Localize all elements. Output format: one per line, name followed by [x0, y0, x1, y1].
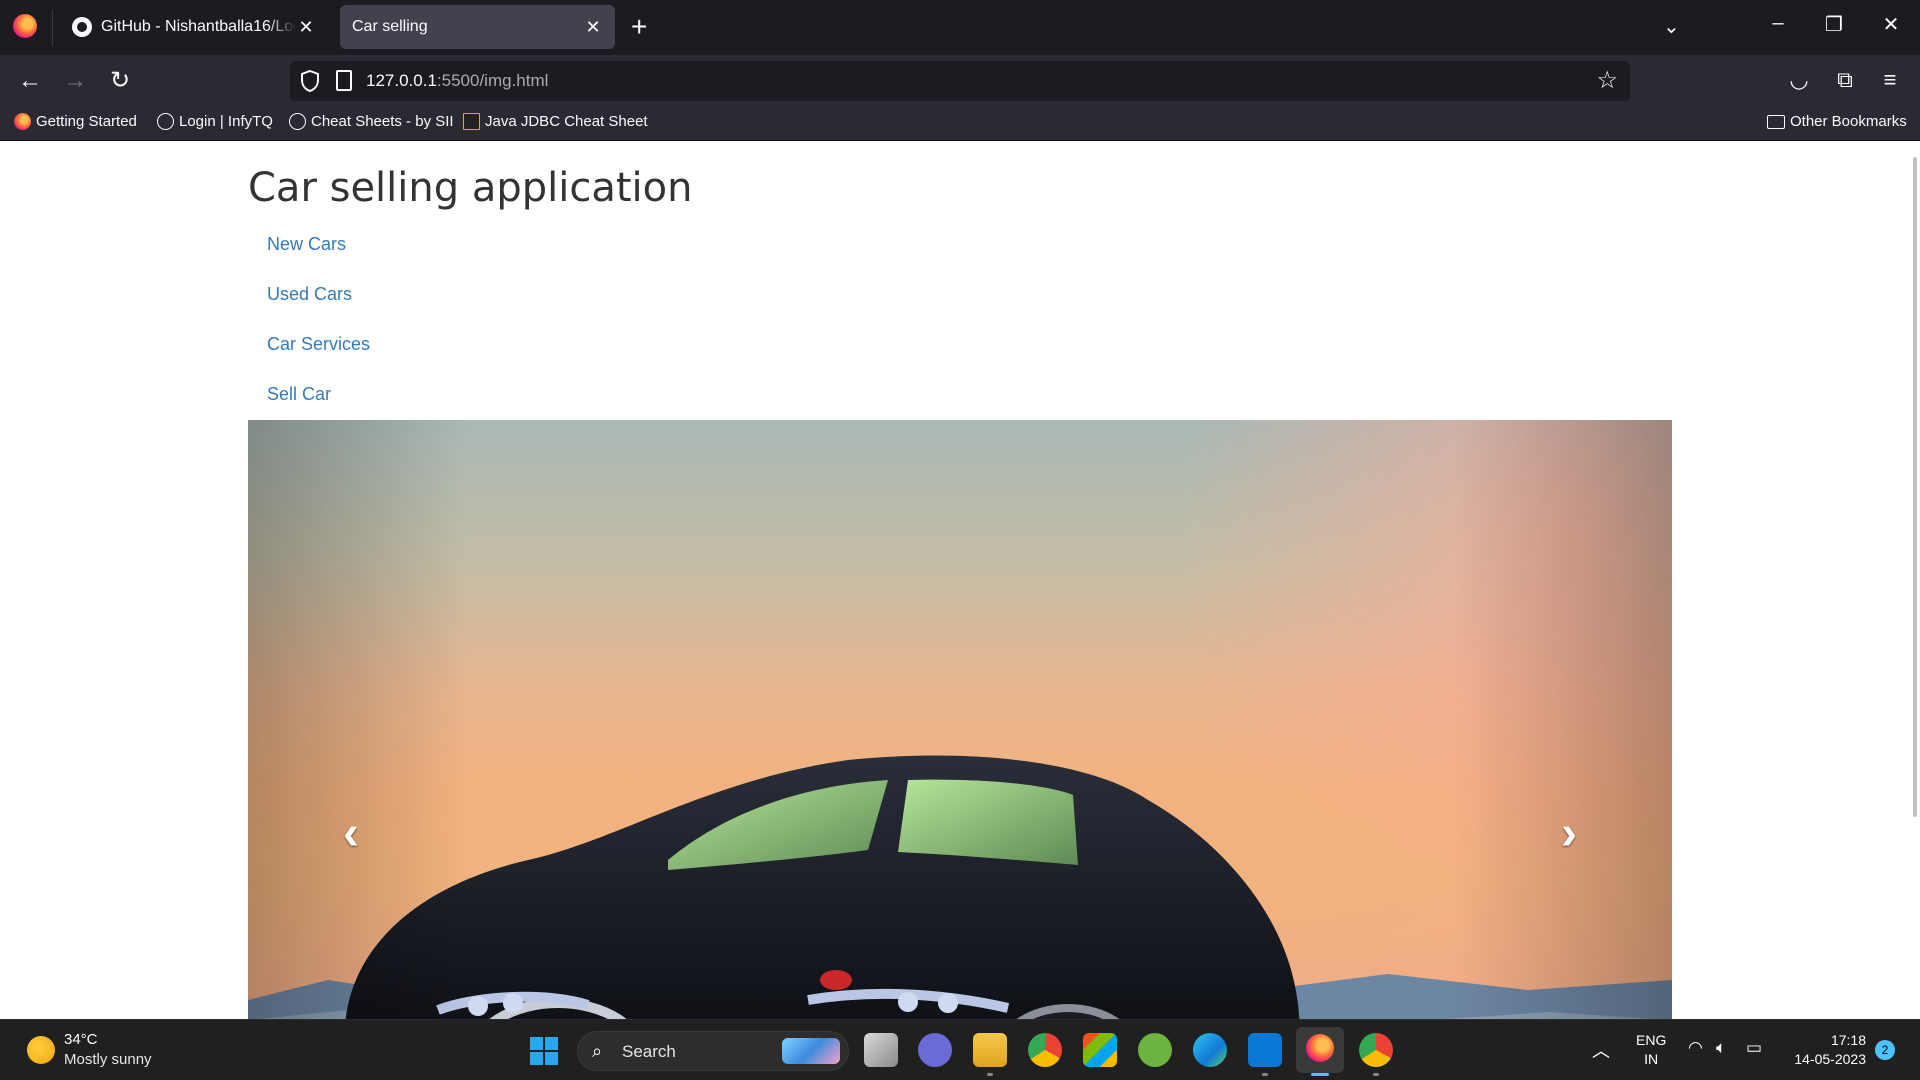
region-code: IN — [1644, 1051, 1659, 1067]
menu-icon[interactable]: ≡ — [1875, 67, 1905, 93]
volume-icon[interactable]: 🔈︎ — [1716, 1038, 1726, 1058]
weather-sun-icon[interactable] — [27, 1036, 55, 1064]
bookmark-getting-started[interactable]: Getting Started — [14, 113, 137, 130]
back-arrow-icon[interactable]: ← — [15, 67, 45, 95]
page-viewport: Car selling application New Cars Used Ca… — [0, 141, 1920, 1019]
vscode-icon[interactable] — [1248, 1033, 1282, 1067]
bookmark-label: Cheat Sheets - by SII — [311, 113, 454, 130]
search-highlight-icon — [782, 1038, 840, 1064]
firefox-icon — [1306, 1034, 1334, 1062]
nav-list: New Cars Used Cars Car Services Sell Car — [248, 219, 548, 419]
site-favicon-icon — [463, 113, 480, 130]
weather-temperature[interactable]: 34°C — [64, 1031, 98, 1048]
url-text[interactable]: 127.0.0.1:5500/img.html — [366, 71, 548, 91]
teams-chat-icon[interactable] — [918, 1033, 952, 1067]
notification-badge[interactable]: 2 — [1875, 1040, 1895, 1060]
page-title: Car selling application — [248, 165, 693, 211]
carousel-prev-button[interactable]: ‹ — [248, 420, 468, 1019]
close-window-icon[interactable]: ✕ — [1871, 12, 1911, 37]
nav-link-sell-car[interactable]: Sell Car — [248, 369, 548, 419]
windows-start-icon[interactable] — [530, 1037, 558, 1065]
edge-icon[interactable] — [1193, 1033, 1227, 1067]
bookmarks-toolbar: Getting Started Login | InfyTQ Cheat She… — [0, 107, 1920, 141]
chevron-down-icon[interactable]: ⌄ — [1663, 14, 1680, 39]
battery-icon[interactable]: ▭ — [1746, 1038, 1762, 1058]
bookmark-label: Getting Started — [36, 113, 137, 130]
firefox-icon — [14, 113, 31, 130]
bookmark-cheat-sheets[interactable]: Cheat Sheets - by SII — [289, 113, 454, 130]
chevron-right-icon: › — [1561, 807, 1577, 860]
running-indicator — [1373, 1073, 1379, 1076]
clock-date: 14-05-2023 — [1794, 1051, 1866, 1067]
tab-car-selling[interactable]: Car selling ✕ — [340, 5, 615, 49]
close-tab-icon[interactable]: ✕ — [583, 17, 603, 38]
page-icon[interactable] — [336, 70, 352, 91]
bookmark-login-infytq[interactable]: Login | InfyTQ — [157, 113, 273, 130]
github-icon — [72, 17, 92, 37]
tab-separator — [52, 10, 53, 46]
chrome-icon[interactable] — [1028, 1033, 1062, 1067]
url-path: :5500/img.html — [436, 71, 549, 90]
url-bar[interactable]: 127.0.0.1:5500/img.html ☆ — [290, 61, 1630, 101]
bookmark-star-icon[interactable]: ☆ — [1596, 66, 1618, 95]
reload-icon[interactable]: ↻ — [105, 67, 135, 95]
search-label: Search — [622, 1042, 676, 1061]
nav-link-new-cars[interactable]: New Cars — [248, 219, 548, 269]
clock-time: 17:18 — [1830, 1032, 1866, 1048]
chevron-left-icon: ‹ — [343, 807, 359, 860]
active-indicator — [1311, 1073, 1329, 1076]
shield-icon[interactable] — [300, 69, 320, 93]
search-icon: ⌕ — [592, 1041, 603, 1061]
other-bookmarks[interactable]: Other Bookmarks — [1767, 113, 1907, 130]
chevron-up-icon[interactable]: ︿ — [1592, 1037, 1610, 1063]
scrollbar-thumb[interactable] — [1913, 157, 1917, 817]
microsoft-store-icon[interactable] — [1083, 1033, 1117, 1067]
globe-icon — [157, 113, 174, 130]
other-bookmarks-label: Other Bookmarks — [1790, 113, 1907, 130]
tab-title: Car selling — [352, 18, 428, 35]
bookmark-java-jdbc[interactable]: Java JDBC Cheat Sheet — [463, 113, 648, 130]
minimize-icon[interactable]: – — [1758, 12, 1798, 35]
tab-github[interactable]: GitHub - Nishantballa16/Login- ✕ — [60, 5, 328, 49]
bookmark-label: Login | InfyTQ — [179, 113, 273, 130]
globe-icon — [289, 113, 306, 130]
running-indicator — [1262, 1073, 1268, 1076]
scrollbar[interactable] — [1906, 141, 1920, 1019]
file-explorer-icon[interactable] — [973, 1033, 1007, 1067]
language-code: ENG — [1636, 1032, 1667, 1048]
nav-link-car-services[interactable]: Car Services — [248, 319, 548, 369]
firefox-icon[interactable] — [13, 14, 37, 38]
language-indicator[interactable]: ENG IN — [1636, 1031, 1666, 1069]
taskbar: 34°C Mostly sunny ⌕ Search ︿ ENG IN ◠ 🔈︎… — [0, 1019, 1920, 1080]
pocket-icon[interactable]: ◡ — [1784, 67, 1814, 93]
wifi-icon[interactable]: ◠ — [1688, 1038, 1703, 1058]
taskbar-search[interactable]: ⌕ Search — [577, 1031, 849, 1071]
chrome-icon[interactable] — [1359, 1033, 1393, 1067]
new-tab-button[interactable]: + — [631, 12, 647, 42]
navigation-toolbar: ← → ↻ 127.0.0.1:5500/img.html ☆ ◡ ⧉ ≡ — [0, 55, 1920, 107]
running-indicator — [987, 1073, 993, 1076]
carousel-next-button[interactable]: › — [1452, 420, 1672, 1019]
spring-tools-icon[interactable] — [1138, 1033, 1172, 1067]
forward-arrow-icon[interactable]: → — [60, 67, 90, 95]
nav-link-used-cars[interactable]: Used Cars — [248, 269, 548, 319]
close-tab-icon[interactable]: ✕ — [296, 17, 316, 38]
tab-strip: GitHub - Nishantballa16/Login- ✕ Car sel… — [0, 0, 1920, 55]
task-view-icon[interactable] — [864, 1033, 898, 1067]
clock[interactable]: 17:18 14-05-2023 — [1786, 1031, 1866, 1069]
image-carousel: ‹ › — [248, 420, 1672, 1019]
tab-title: GitHub - Nishantballa16/Login- — [101, 18, 296, 35]
firefox-taskbar-button[interactable] — [1296, 1027, 1344, 1073]
folder-icon — [1767, 114, 1785, 129]
extensions-icon[interactable]: ⧉ — [1830, 67, 1860, 93]
url-host: 127.0.0.1 — [366, 71, 437, 90]
weather-description[interactable]: Mostly sunny — [64, 1051, 152, 1068]
bookmark-label: Java JDBC Cheat Sheet — [485, 113, 648, 130]
restore-icon[interactable]: ❐ — [1814, 12, 1854, 37]
